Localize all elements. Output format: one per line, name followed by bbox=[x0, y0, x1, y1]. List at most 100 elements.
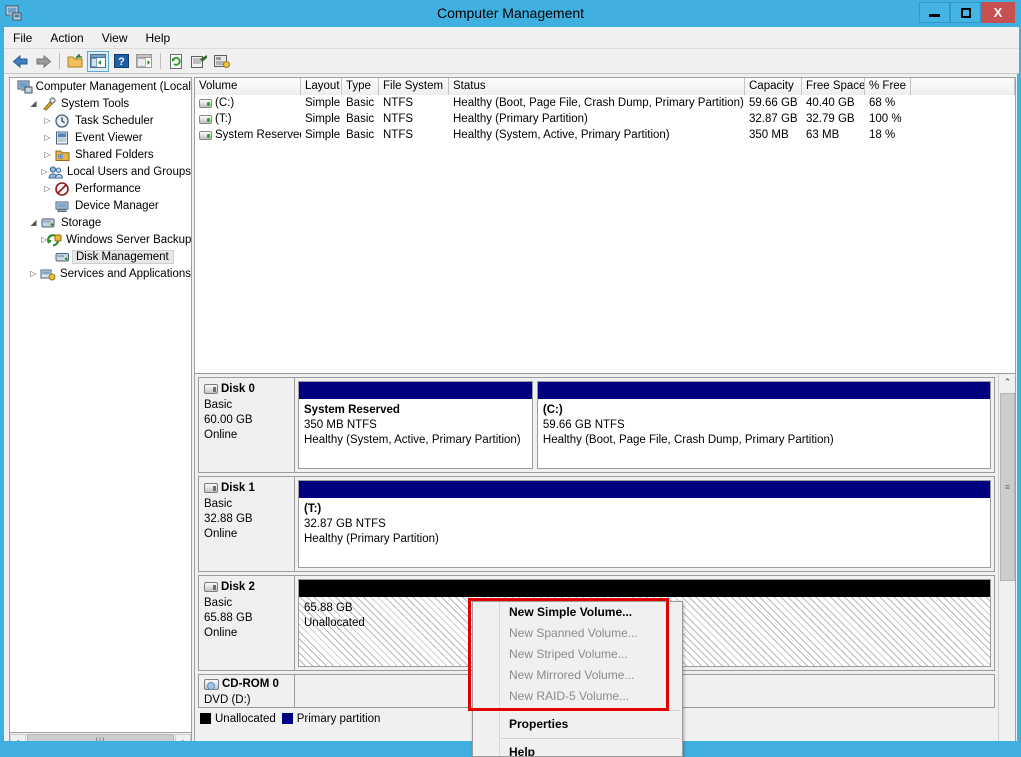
cell-file-system: NTFS bbox=[383, 97, 414, 109]
computer-icon bbox=[17, 80, 33, 93]
partition-size-fs: 350 MB NTFS bbox=[304, 419, 377, 431]
disk-header[interactable]: Disk 1 Basic 32.88 GB Online bbox=[199, 477, 295, 571]
window-title: Computer Management bbox=[436, 5, 585, 21]
cdrom-drive-letter: DVD (D:) bbox=[204, 694, 251, 706]
tree-collapsed-icon[interactable]: ▷ bbox=[41, 180, 54, 197]
volume-list[interactable]: Volume Layout Type File System Status Capacit… bbox=[195, 78, 1015, 373]
partition-size-fs: 32.87 GB NTFS bbox=[304, 518, 386, 530]
rescan-disks-icon[interactable] bbox=[211, 51, 233, 72]
sidebar-item-system-tools[interactable]: ◢ System Tools bbox=[10, 95, 191, 112]
computer-management-window: Computer Management X File Action View H… bbox=[0, 0, 1021, 757]
tree-icon-wrapper bbox=[54, 130, 72, 146]
cell-volume: System Reserved bbox=[195, 127, 301, 143]
disk-title: Disk 0 bbox=[204, 383, 290, 395]
show-action-pane-icon[interactable] bbox=[133, 51, 155, 72]
partition-title: System Reserved bbox=[304, 404, 400, 416]
sidebar-item-services-and-applications[interactable]: ▷ Services and Applications bbox=[10, 265, 191, 282]
tree-expanded-icon[interactable]: ◢ bbox=[27, 95, 40, 112]
column-header-capacity[interactable]: Capacity bbox=[745, 78, 802, 95]
partition-block[interactable]: System Reserved 350 MB NTFS Healthy (Syste… bbox=[298, 381, 533, 469]
menu-item-new-simple-volume[interactable]: New Simple Volume... bbox=[473, 602, 682, 623]
cdrom-title: CD-ROM 0 bbox=[204, 678, 290, 690]
properties-icon[interactable] bbox=[188, 51, 210, 72]
cell-file-system: NTFS bbox=[383, 129, 414, 141]
menu-action[interactable]: Action bbox=[41, 29, 92, 47]
tree-collapsed-icon[interactable]: ▷ bbox=[41, 163, 48, 180]
table-row[interactable]: (T:) Simple Basic NTFS Healthy (Primary Part… bbox=[195, 111, 1015, 127]
toolbar-separator bbox=[59, 53, 60, 69]
disk-header[interactable]: Disk 2 Basic 65.88 GB Online bbox=[199, 576, 295, 670]
column-header-blank[interactable] bbox=[911, 78, 1015, 95]
sidebar-item-task-scheduler[interactable]: ▷ Task Scheduler bbox=[10, 112, 191, 129]
legend-swatch bbox=[281, 713, 293, 724]
disk-header[interactable]: Disk 0 Basic 60.00 GB Online bbox=[199, 378, 295, 472]
tree-collapsed-icon[interactable]: ▷ bbox=[41, 129, 54, 146]
legend-label: Primary partition bbox=[296, 712, 381, 725]
toolbar: ? bbox=[4, 49, 1019, 74]
cell-percent-free: 18 % bbox=[869, 129, 896, 141]
sidebar-item-label: Services and Applications bbox=[59, 267, 191, 280]
cell-layout: Simple bbox=[305, 129, 341, 141]
help-icon[interactable]: ? bbox=[110, 51, 132, 72]
cell-file-system: NTFS bbox=[383, 113, 414, 125]
tree-collapsed-icon[interactable]: ▷ bbox=[41, 146, 54, 163]
disk-row-disk-0[interactable]: Disk 0 Basic 60.00 GB Online System Reserved… bbox=[198, 377, 995, 473]
up-folder-icon[interactable] bbox=[64, 51, 86, 72]
volume-list-header: Volume Layout Type File System Status Capacit… bbox=[195, 78, 1015, 95]
sidebar-item-label: Local Users and Groups bbox=[66, 165, 191, 178]
menu-item-properties[interactable]: Properties bbox=[473, 714, 682, 735]
sidebar-item-device-manager[interactable]: Device Manager bbox=[10, 197, 191, 214]
partition-title: (C:) bbox=[542, 404, 563, 416]
forward-icon[interactable] bbox=[32, 51, 54, 72]
minimize-icon bbox=[929, 14, 940, 17]
partition-block[interactable]: (T:) 32.87 GB NTFS Healthy (Primary Partit… bbox=[298, 480, 991, 568]
table-row[interactable]: System Reserved Simple Basic NTFS Healthy (S… bbox=[195, 127, 1015, 143]
disk-name: Disk 2 bbox=[221, 581, 255, 593]
menu-view[interactable]: View bbox=[93, 29, 137, 47]
sidebar-item-disk-management[interactable]: Disk Management bbox=[10, 248, 191, 265]
cell-layout: Simple bbox=[305, 113, 341, 125]
column-header-layout[interactable]: Layout bbox=[301, 78, 342, 95]
column-header-free-space[interactable]: Free Space bbox=[802, 78, 865, 95]
tree-expanded-icon[interactable]: ◢ bbox=[27, 214, 40, 231]
sidebar-item-computer-management-local[interactable]: Computer Management (Local bbox=[10, 78, 191, 95]
table-row[interactable]: (C:) Simple Basic NTFS Healthy (Boot, Page F… bbox=[195, 95, 1015, 111]
disk-row-disk-1[interactable]: Disk 1 Basic 32.88 GB Online (T:) 32.87 GB NT… bbox=[198, 476, 995, 572]
close-button[interactable]: X bbox=[981, 2, 1015, 23]
menu-file[interactable]: File bbox=[4, 29, 41, 47]
vscroll-thumb[interactable]: ≡ bbox=[1000, 393, 1015, 581]
cell-type: Basic bbox=[346, 113, 375, 125]
cdrom-header[interactable]: CD-ROM 0 DVD (D:) bbox=[199, 675, 295, 707]
column-header-type[interactable]: Type bbox=[342, 78, 379, 95]
partition-block[interactable]: (C:) 59.66 GB NTFS Healthy (Boot, Page Fil… bbox=[536, 381, 991, 469]
cell-free-space: 32.79 GB bbox=[806, 113, 855, 125]
back-icon[interactable] bbox=[9, 51, 31, 72]
vscroll-up-arrow[interactable]: ⌃ bbox=[999, 374, 1015, 391]
tree-collapsed-icon[interactable]: ▷ bbox=[41, 112, 54, 129]
sidebar-item-storage[interactable]: ◢ Storage bbox=[10, 214, 191, 231]
minimize-button[interactable] bbox=[919, 2, 950, 23]
menu-help[interactable]: Help bbox=[137, 29, 180, 47]
sidebar-item-local-users-and-groups[interactable]: ▷ Local Users and Groups bbox=[10, 163, 191, 180]
partition-size-fs: 59.66 GB NTFS bbox=[542, 419, 625, 431]
column-header-status[interactable]: Status bbox=[449, 78, 745, 95]
maximize-button[interactable] bbox=[950, 2, 981, 23]
column-header--free[interactable]: % Free bbox=[865, 78, 911, 95]
disk-context-menu[interactable]: New Simple Volume... New Spanned Volume..… bbox=[472, 601, 683, 757]
refresh-icon[interactable] bbox=[165, 51, 187, 72]
tree-collapsed-icon[interactable]: ▷ bbox=[27, 265, 40, 282]
show-hide-console-tree-icon[interactable] bbox=[87, 50, 109, 72]
disk-view-vscrollbar[interactable]: ⌃ ≡ ⌄ bbox=[998, 374, 1015, 749]
tree-icon-wrapper bbox=[54, 181, 72, 197]
sidebar-item-windows-server-backup[interactable]: ▷ Windows Server Backup bbox=[10, 231, 191, 248]
sidebar-item-shared-folders[interactable]: ▷ 22 Shared Folders bbox=[10, 146, 191, 163]
console-tree[interactable]: Computer Management (Local ◢ System Tools ▷… bbox=[9, 77, 192, 733]
partition-title: (T:) bbox=[304, 503, 322, 515]
sidebar-item-event-viewer[interactable]: ▷ Event Viewer bbox=[10, 129, 191, 146]
column-header-volume[interactable]: Volume bbox=[195, 78, 301, 95]
users-icon bbox=[48, 165, 63, 178]
menu-item-help[interactable]: Help bbox=[473, 742, 682, 756]
column-header-file-system[interactable]: File System bbox=[379, 78, 449, 95]
sidebar-item-label: Task Scheduler bbox=[75, 114, 154, 127]
sidebar-item-performance[interactable]: ▷ Performance bbox=[10, 180, 191, 197]
